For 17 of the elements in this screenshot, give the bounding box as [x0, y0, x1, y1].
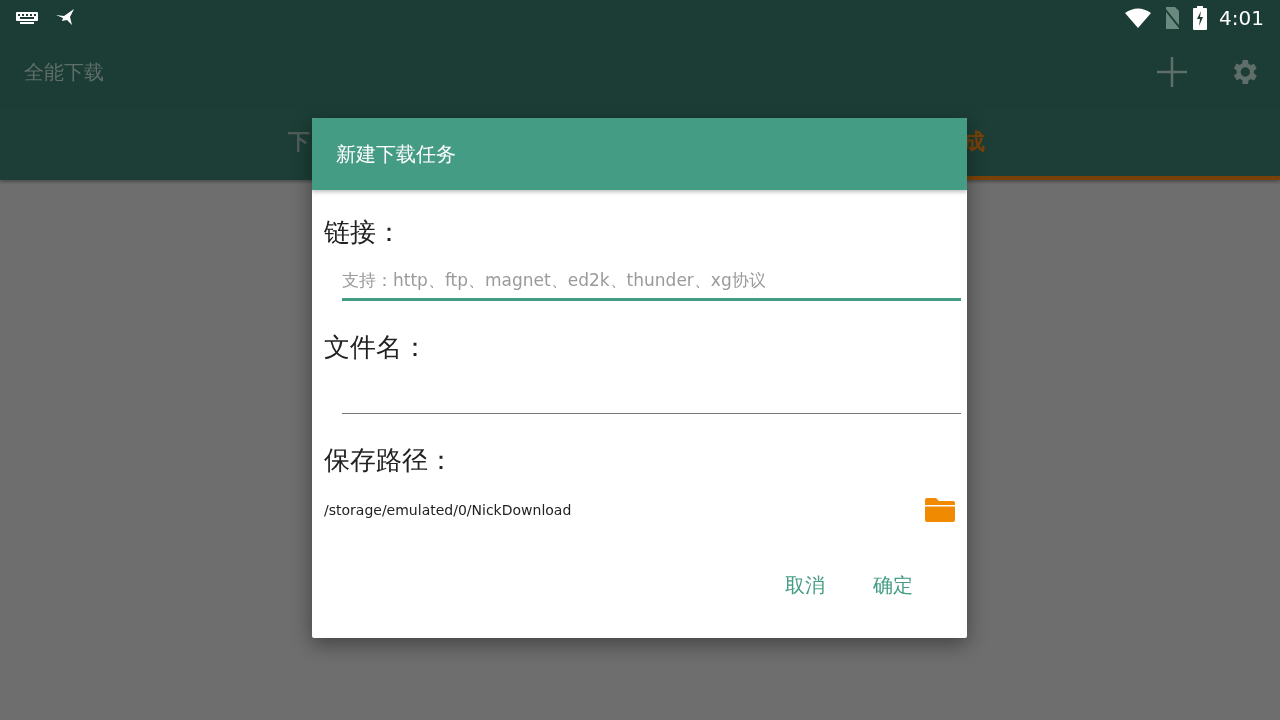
battery-charging-icon — [1193, 6, 1208, 30]
add-icon[interactable] — [1156, 56, 1188, 88]
field-label: 链接： — [324, 216, 403, 249]
input-field[interactable]: 支持：http、ftp、magnet、ed2k、thunder、xg协议 — [342, 262, 961, 301]
dialog-title: 新建下载任务 — [336, 140, 456, 168]
keyboard-icon — [16, 12, 38, 24]
wifi-icon — [1125, 8, 1152, 28]
save-path: /storage/emulated/0/NickDownload — [324, 502, 572, 518]
app-title: 全能下载 — [24, 58, 104, 86]
field-label: 文件名： — [324, 331, 429, 364]
folder-icon[interactable] — [925, 498, 955, 522]
dialog-button[interactable]: 取消 — [771, 564, 839, 607]
field-label: 保存路径： — [324, 444, 455, 477]
bird-icon — [56, 9, 76, 27]
no-sim-icon — [1163, 7, 1182, 29]
dialog-button[interactable]: 确定 — [859, 564, 927, 607]
clock-time: 4:01 — [1219, 6, 1264, 30]
